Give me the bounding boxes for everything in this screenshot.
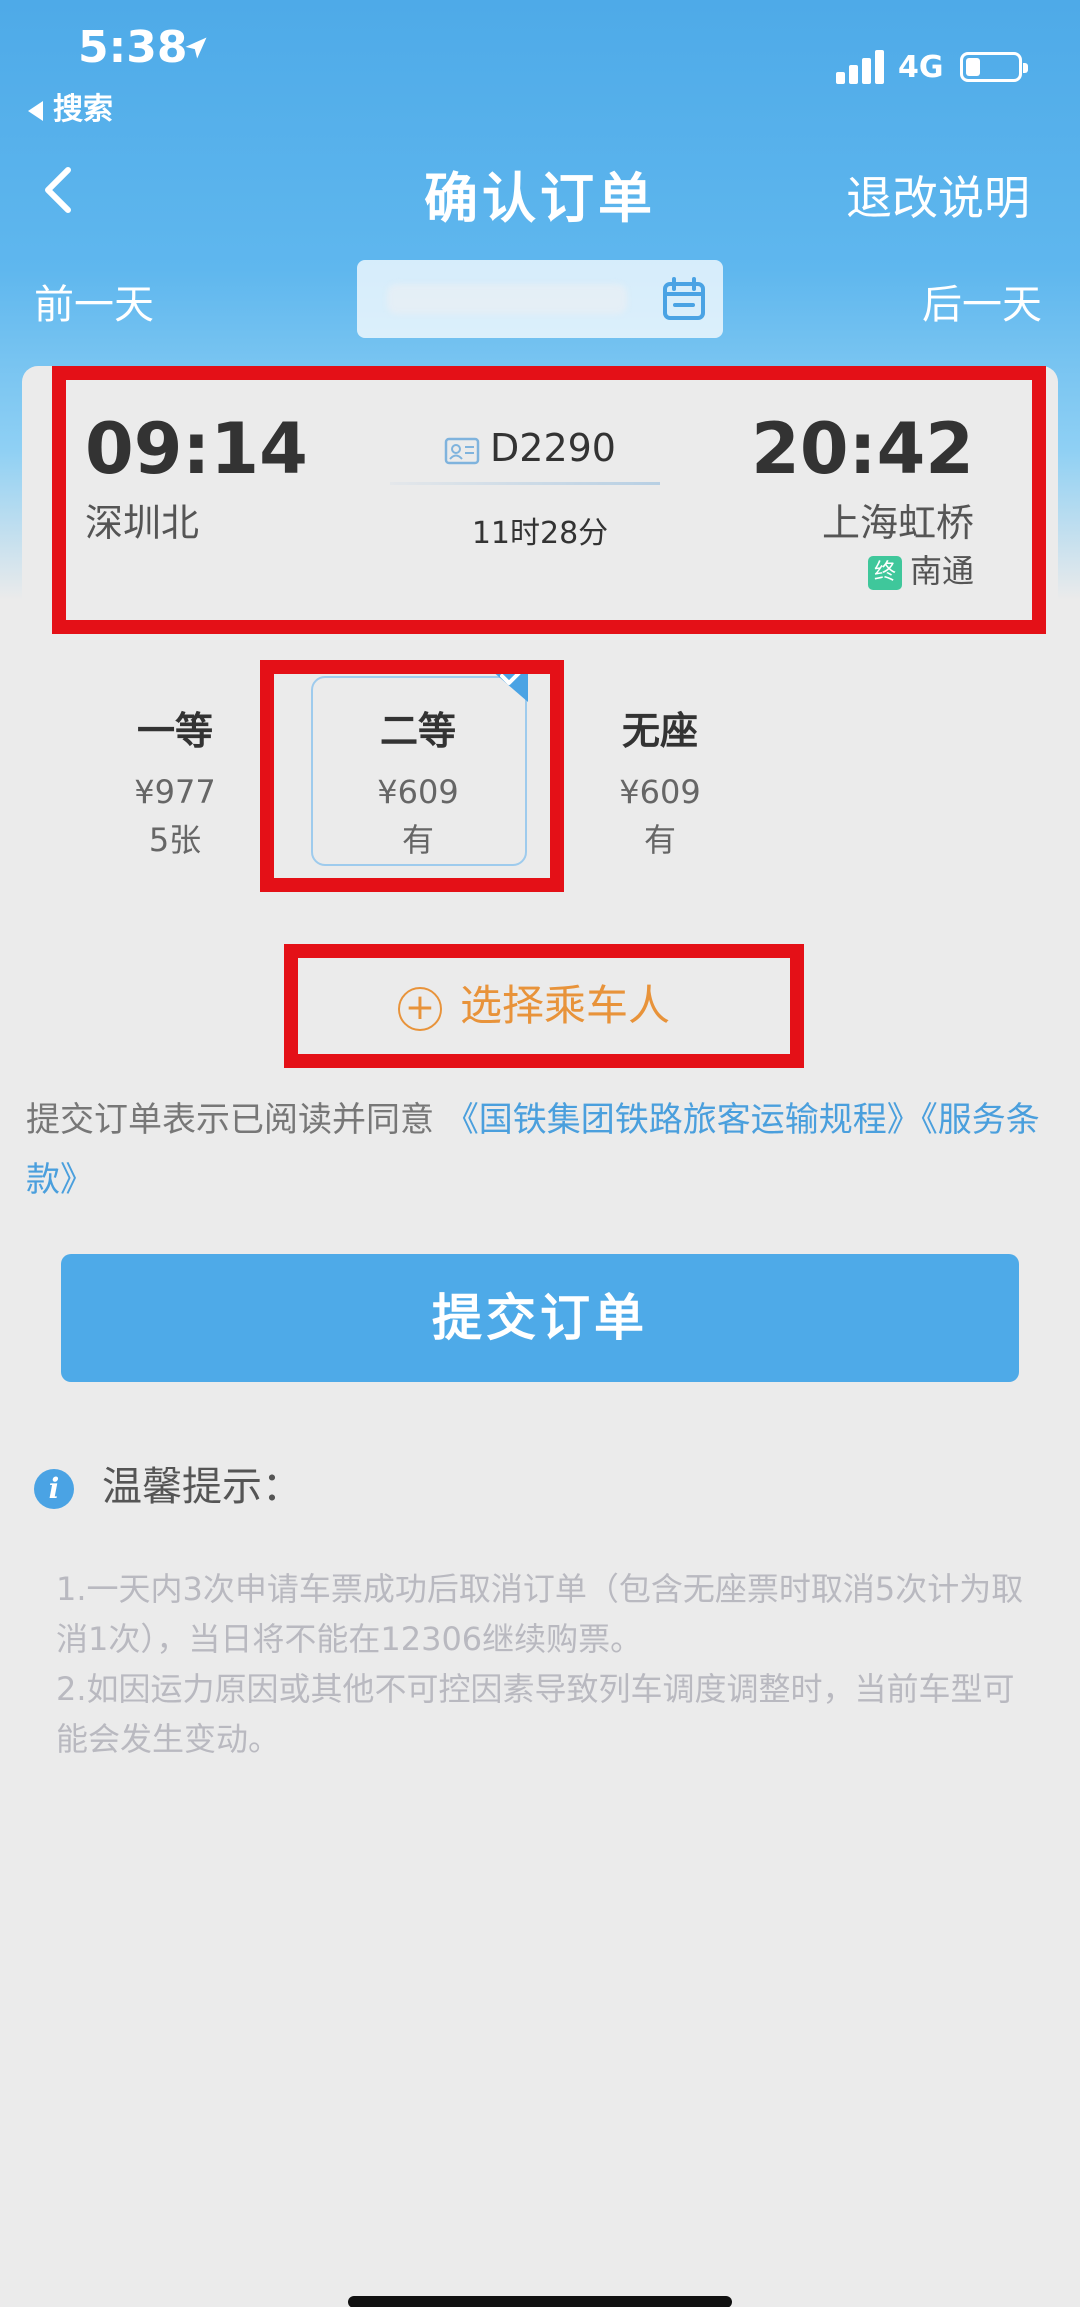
tip-line: 2.如因运力原因或其他不可控因素导致列车调度调整时，当前车型可能会发生变动。	[56, 1670, 1015, 1758]
home-indicator	[348, 2296, 732, 2307]
battery-icon	[960, 52, 1028, 82]
calendar-icon[interactable]	[661, 276, 707, 322]
date-picker[interactable]	[357, 260, 723, 338]
seat-option-no-seat[interactable]: 无座 ¥609 有	[570, 700, 750, 861]
seat-name: 一等	[136, 709, 213, 753]
back-to-app-link[interactable]: 搜索	[28, 84, 113, 128]
signal-strength-icon	[836, 50, 886, 84]
next-day-button[interactable]: 后一天	[922, 272, 1042, 330]
highlight-selected-seat	[260, 660, 564, 892]
seat-name: 无座	[621, 709, 698, 753]
network-type: 4G	[898, 50, 944, 85]
back-app-label: 搜索	[53, 92, 113, 127]
agreement-text: 提交订单表示已阅读并同意 《国铁集团铁路旅客运输规程》《服务条款》	[26, 1090, 1056, 1210]
date-value-blurred	[387, 284, 627, 314]
tips-title: i 温馨提示：	[34, 1454, 302, 1512]
agreement-prefix: 提交订单表示已阅读并同意	[26, 1100, 434, 1140]
info-icon: i	[34, 1469, 74, 1509]
status-time: 5:38	[78, 22, 188, 73]
tips-body: 1.一天内3次申请车票成功后取消订单（包含无座票时取消5次计为取消1次），当日将…	[56, 1564, 1026, 1764]
seat-price: ¥609	[619, 773, 701, 811]
back-triangle-icon	[28, 100, 43, 121]
submit-order-button[interactable]: 提交订单	[61, 1254, 1019, 1382]
highlight-train-info	[52, 366, 1046, 634]
highlight-select-passenger	[284, 944, 804, 1068]
railway-rules-link[interactable]: 《国铁集团铁路旅客运输规程》	[445, 1100, 921, 1140]
nav-bar: 确认订单 退改说明	[0, 140, 1080, 250]
status-bar: 5:38 搜索 4G	[0, 0, 1080, 140]
location-arrow-icon	[185, 37, 207, 59]
tip-line: 1.一天内3次申请车票成功后取消订单（包含无座票时取消5次计为取消1次），当日将…	[56, 1570, 1024, 1658]
seat-price: ¥977	[134, 773, 216, 811]
date-switch-bar: 前一天 后一天	[0, 258, 1080, 342]
tips-title-label: 温馨提示：	[102, 1464, 302, 1510]
seat-availability: 5张	[148, 821, 202, 859]
seat-option-first-class[interactable]: 一等 ¥977 5张	[85, 700, 265, 861]
refund-change-rules-link[interactable]: 退改说明	[846, 162, 1030, 228]
seat-availability: 有	[643, 821, 676, 859]
previous-day-button[interactable]: 前一天	[34, 272, 154, 330]
